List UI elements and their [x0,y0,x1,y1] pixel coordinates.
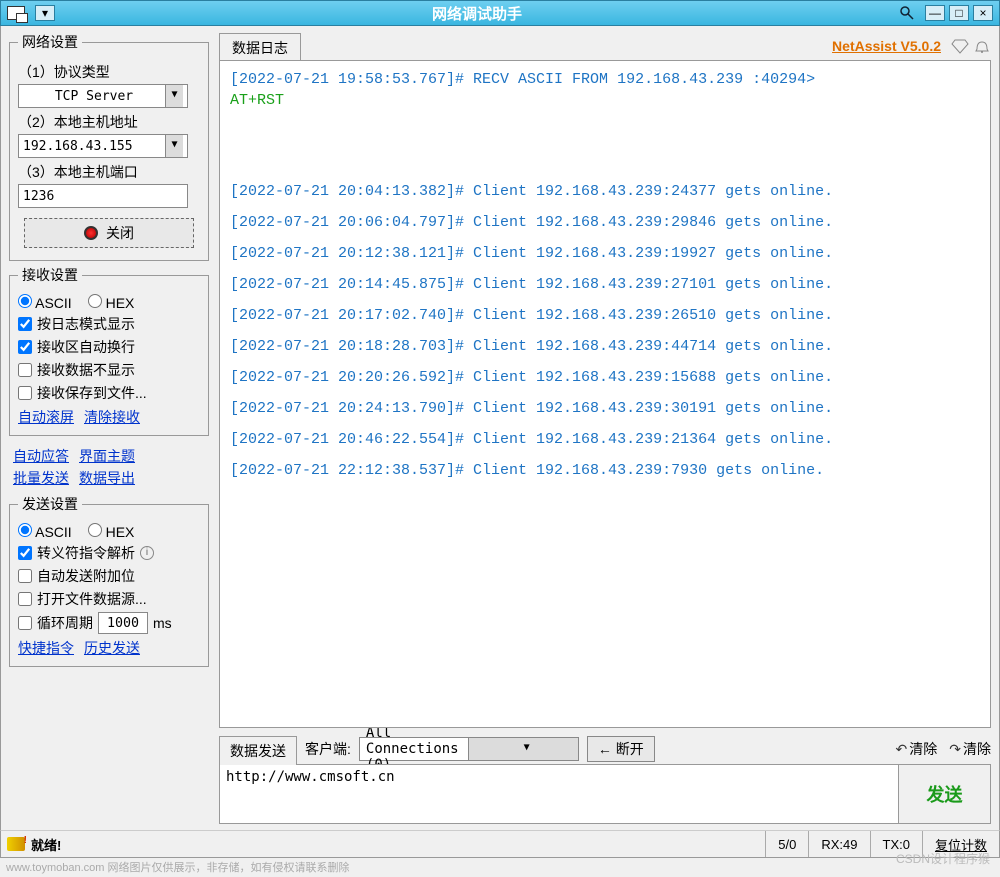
log-line: [2022-07-21 22:12:38.537]# Client 192.16… [230,460,980,481]
watermark2-text: CSDN设计程序猴 [896,850,990,867]
log-line: [2022-07-21 20:46:22.554]# Client 192.16… [230,429,980,450]
auto-scroll-link[interactable]: 自动滚屏 [18,407,74,427]
recv-legend: 接收设置 [18,265,82,285]
host-select[interactable]: 192.168.43.155 ▼ [18,134,188,158]
no-display-check[interactable] [18,363,32,377]
send-legend: 发送设置 [18,494,82,514]
client-label: 客户端: [305,739,351,759]
maximize-button[interactable]: □ [949,5,969,21]
close-connection-button[interactable]: 关闭 [24,218,194,248]
info-icon[interactable]: i [140,546,154,560]
network-legend: 网络设置 [18,32,82,52]
log-line: [2022-07-21 20:18:28.703]# Client 192.16… [230,336,980,357]
rx-cell: RX:49 [808,831,869,857]
chevron-down-icon[interactable]: ▼ [165,85,183,107]
undo-icon: ↶ [896,741,908,758]
send-ascii-radio[interactable]: ASCII [18,523,72,540]
send-tab[interactable]: 数据发送 [219,736,297,765]
cycle-input[interactable] [98,612,148,634]
recv-ascii-radio[interactable]: ASCII [18,294,72,311]
brand-label[interactable]: NetAssist V5.0.2 [832,38,941,54]
protocol-select[interactable]: TCP Server ▼ [18,84,188,108]
count-cell: 5/0 [765,831,808,857]
send-input[interactable]: http://www.cmsoft.cn [219,764,899,824]
titlebar: ▾ 网络调试助手 — □ × [0,0,1000,26]
disconnect-button[interactable]: ← 断开 [587,736,655,762]
clear-recv-link[interactable]: 清除接收 [84,407,140,427]
log-tab[interactable]: 数据日志 [219,33,301,62]
log-line: [2022-07-21 20:24:13.790]# Client 192.16… [230,398,980,419]
redo-icon: ↷ [949,741,961,758]
content-area: 数据日志 NetAssist V5.0.2 ◂ [2022-07-21 19:5… [215,26,999,830]
theme-link[interactable]: 界面主题 [79,446,135,466]
auto-wrap-check[interactable] [18,340,32,354]
log-line: [2022-07-21 19:58:53.767]# RECV ASCII FR… [230,69,980,111]
send-settings-group: 发送设置 ASCII HEX 转义符指令解析 i 自动发送附加位 打开文件数据源… [9,494,209,667]
log-output[interactable]: ◂ [2022-07-21 19:58:53.767]# RECV ASCII … [219,60,991,728]
log-line: [2022-07-21 20:06:04.797]# Client 192.16… [230,212,980,233]
cycle-check[interactable] [18,616,32,630]
window-title: 网络调试助手 [55,3,899,24]
batch-send-link[interactable]: 批量发送 [13,468,69,488]
recv-settings-group: 接收设置 ASCII HEX 按日志模式显示 接收区自动换行 接收数据不显示 接… [9,265,209,436]
send-hex-radio[interactable]: HEX [88,523,135,540]
connection-select[interactable]: All Connections (0) ▼ [359,737,579,761]
clear-right-button[interactable]: ↷清除 [949,739,991,759]
send-button[interactable]: 发送 [899,764,991,824]
chevron-down-icon[interactable]: ▼ [165,135,183,157]
quick-cmd-link[interactable]: 快捷指令 [18,638,74,658]
network-settings-group: 网络设置 （1）协议类型 TCP Server ▼ （2）本地主机地址 192.… [9,32,209,261]
winbtn-dropdown[interactable]: ▾ [35,5,55,21]
statusbar: 就绪! 5/0 RX:49 TX:0 复位计数 [0,830,1000,858]
log-line: [2022-07-21 20:20:26.592]# Client 192.16… [230,367,980,388]
app-icon [7,6,25,20]
clear-left-button[interactable]: ↶清除 [896,739,938,759]
port-input[interactable] [18,184,188,208]
protocol-label: （1）协议类型 [18,62,200,82]
bell-icon[interactable] [973,38,991,54]
escape-check[interactable] [18,546,32,560]
sidebar: 网络设置 （1）协议类型 TCP Server ▼ （2）本地主机地址 192.… [1,26,215,830]
ready-text: 就绪! [31,835,61,854]
log-line: [2022-07-21 20:04:13.382]# Client 192.16… [230,181,980,202]
log-line: [2022-07-21 20:14:45.875]# Client 192.16… [230,274,980,295]
open-file-check[interactable] [18,592,32,606]
ready-icon [7,837,25,851]
diamond-icon[interactable] [951,38,969,54]
chevron-down-icon[interactable]: ▼ [468,738,578,760]
watermark-text: www.toymoban.com 网络图片仅供展示，非存储，如有侵权请联系删除 [6,859,349,875]
port-label: （3）本地主机端口 [18,162,200,182]
auto-append-check[interactable] [18,569,32,583]
host-label: （2）本地主机地址 [18,112,200,132]
magnify-icon[interactable] [899,5,915,21]
save-file-check[interactable] [18,386,32,400]
log-line: [2022-07-21 20:12:38.121]# Client 192.16… [230,243,980,264]
auto-reply-link[interactable]: 自动应答 [13,446,69,466]
data-export-link[interactable]: 数据导出 [79,468,135,488]
recv-hex-radio[interactable]: HEX [88,294,135,311]
log-line: [2022-07-21 20:17:02.740]# Client 192.16… [230,305,980,326]
log-mode-check[interactable] [18,317,32,331]
record-icon [84,226,98,240]
history-link[interactable]: 历史发送 [84,638,140,658]
close-window-button[interactable]: × [973,5,993,21]
minimize-button[interactable]: — [925,5,945,21]
